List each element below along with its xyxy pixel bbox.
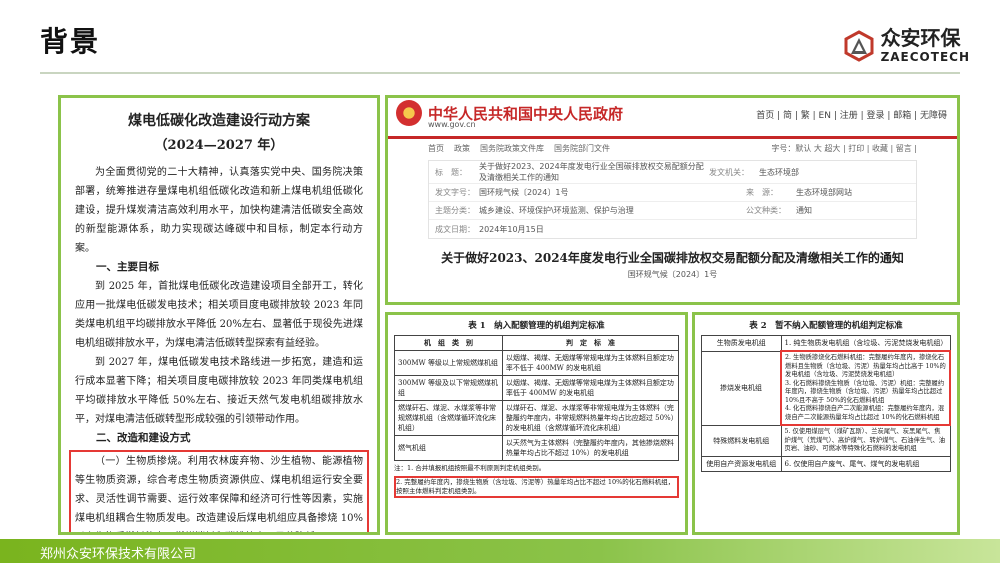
table-cell: 5. 仅使用煤层气（煤矿瓦斯）、兰炭尾气、炭黑尾气、焦炉煤气（荒煤气）、高炉煤气… bbox=[780, 424, 951, 457]
national-emblem-icon bbox=[396, 100, 422, 126]
breadcrumb-item[interactable]: 国务院部门文件 bbox=[554, 143, 610, 154]
breadcrumb-item[interactable]: 国务院政策文件库 bbox=[480, 143, 544, 154]
doc-heading-methods: 二、改造和建设方式 bbox=[96, 432, 191, 444]
table-cell: 燃气机组 bbox=[394, 435, 503, 461]
breadcrumb-item[interactable]: 首页 bbox=[428, 143, 444, 154]
table-row: 300MW 等级及以下常规燃煤机组 以烟煤、褐煤、无烟煤等常规电煤为主体燃料且额定… bbox=[394, 375, 680, 401]
gov-doc-headline: 关于做好2023、2024年度发电行业全国碳排放权交易配额分配及清缴相关工作的通… bbox=[441, 251, 904, 265]
table-cell: 以烟煤、褐煤、无烟煤等常规电煤为主体燃料且额定功率低于 400MW 的发电机组 bbox=[501, 375, 680, 401]
meta-date-label: 成文日期： bbox=[435, 224, 475, 234]
table-row: 掺烧发电机组 2. 生物质掺烧化石燃料机组：完整履约年度内，掺烧化石燃料且生物质（… bbox=[701, 350, 951, 426]
meta-topic-value: 城乡建设、环境保护\环境监测、保护与治理 bbox=[479, 206, 634, 215]
table-cell: 300MW 等级以上常规燃煤机组 bbox=[394, 350, 503, 376]
highlight-box-biomass: （一）生物质掺烧。利用农林废弃物、沙生植物、能源植物等生物质资源，综合考虑生物质… bbox=[69, 450, 369, 532]
table-row: 生物质发电机组 1. 纯生物质发电机组（含垃圾、污泥焚烧发电机组） bbox=[701, 335, 951, 352]
table-cell: 生物质发电机组 bbox=[701, 335, 782, 352]
font-size-controls[interactable]: 字号：默认 大 超大 | 打印 | 收藏 | 留言 | bbox=[771, 143, 917, 154]
doc-biomass-cofiring: （一）生物质掺烧。利用农林废弃物、沙生植物、能源植物等生物质资源，综合考虑生物质… bbox=[75, 456, 363, 524]
gov-site-url: www.gov.cn bbox=[428, 120, 476, 129]
doc-goal-2027: 到 2027 年，煤电低碳发电技术路线进一步拓宽，建造和运行成本显著下降；相关项… bbox=[75, 357, 363, 425]
doc-goal-2025: 到 2025 年，首批煤电低碳化改造建设项目全部开工，转化应用一批煤电低碳发电技… bbox=[75, 281, 363, 349]
table-cell: 以天然气为主体燃料（完整履约年度内，其他掺烧燃料热量年均占比不超过 10%）的发… bbox=[501, 435, 680, 461]
meta-num-value: 国环规气候〔2024〕1号 bbox=[479, 188, 569, 197]
meta-topic-label: 主题分类： bbox=[435, 206, 475, 215]
table1-note-1: 注：1. 合并填报机组按照最不利原则判定机组类别。 bbox=[394, 464, 546, 472]
table-row: 特殊燃料发电机组 5. 仅使用煤层气（煤矿瓦斯）、兰炭尾气、炭黑尾气、焦炉煤气（荒… bbox=[701, 424, 951, 457]
breadcrumb: 首页 政策 国务院政策文件库 国务院部门文件 字号：默认 大 超大 | 打印 |… bbox=[388, 139, 957, 158]
table2: 生物质发电机组 1. 纯生物质发电机组（含垃圾、污泥焚烧发电机组） 掺烧发电机组 2… bbox=[701, 335, 951, 472]
table-header: 判 定 标 准 bbox=[501, 335, 680, 351]
meta-date-value: 2024年10月15日 bbox=[479, 224, 544, 234]
table-cell: 以煤矸石、煤泥、水煤浆等非常规电煤为主体燃料（完整履约年度内，非常规燃料热量年均… bbox=[501, 400, 680, 436]
gov-top-links[interactable]: 首页 | 简 | 繁 | EN | 注册 | 登录 | 邮箱 | 无障碍 bbox=[756, 108, 947, 121]
table2-panel: 表 2 暂不纳入配额管理的机组判定标准 生物质发电机组 1. 纯生物质发电机组（含… bbox=[692, 312, 960, 535]
table-row: 燃煤矸石、煤泥、水煤浆等非常规燃煤机组（含燃煤循环流化床机组） 以煤矸石、煤泥、水… bbox=[394, 400, 680, 436]
table-cell: 以烟煤、褐煤、无烟煤等常规电煤为主体燃料且额定功率不低于 400MW 的发电机组 bbox=[501, 350, 680, 376]
meta-type-label: 公文种类： bbox=[746, 206, 786, 215]
table-row: 使用自产资源发电机组 6. 仅使用自产废气、尾气、煤气的发电机组 bbox=[701, 455, 951, 472]
gov-website-panel: 中华人民共和国中央人民政府 www.gov.cn 首页 | 简 | 繁 | EN… bbox=[385, 95, 960, 305]
table1: 机 组 类 别 判 定 标 准 300MW 等级以上常规燃煤机组 以烟煤、褐煤、无… bbox=[394, 335, 680, 461]
zaecotech-logo-icon bbox=[844, 29, 874, 62]
table-cell: 300MW 等级及以下常规燃煤机组 bbox=[394, 375, 503, 401]
meta-title-label: 标 题： bbox=[435, 167, 467, 177]
gov-doc-number: 国环规气候〔2024〕1号 bbox=[627, 270, 718, 279]
header-divider bbox=[40, 72, 960, 74]
meta-type-value: 通知 bbox=[796, 206, 812, 215]
company-logo: 众安环保 ZAECOTECH bbox=[843, 28, 970, 63]
table1-note-2-highlight: 2. 完整履约年度内，掺烧生物质（含垃圾、污泥等）热量年均占比不超过 10%的化… bbox=[394, 476, 679, 498]
table-cell: 6. 仅使用自产废气、尾气、煤气的发电机组 bbox=[780, 455, 951, 472]
table-row: 300MW 等级以上常规燃煤机组 以烟煤、褐煤、无烟煤等常规电煤为主体燃料且额定功… bbox=[394, 350, 680, 376]
table-cell: 特殊燃料发电机组 bbox=[701, 424, 782, 457]
table-cell: 掺烧发电机组 bbox=[701, 350, 782, 426]
table-cell-highlight: 2. 生物质掺烧化石燃料机组：完整履约年度内，掺烧化石燃料且生物质（含垃圾、污泥… bbox=[780, 350, 951, 426]
logo-cn-text: 众安环保 bbox=[880, 26, 961, 50]
doc-subtitle: （2024—2027 年） bbox=[154, 138, 284, 153]
meta-src-label: 来 源： bbox=[746, 188, 778, 197]
logo-en-text: ZAECOTECH bbox=[880, 50, 970, 64]
meta-num-label: 发文字号： bbox=[435, 188, 475, 197]
footer-company-name: 郑州众安环保技术有限公司 bbox=[40, 546, 197, 561]
table-header: 机 组 类 别 bbox=[394, 335, 503, 351]
doc-meta-table: 标 题： 关于做好2023、2024年度发电行业全国碳排放权交易配额分配及清缴相… bbox=[428, 160, 917, 239]
doc-heading-goals: 一、主要目标 bbox=[96, 261, 159, 273]
meta-title-value: 关于做好2023、2024年度发电行业全国碳排放权交易配额分配及清缴相关工作的通… bbox=[479, 162, 704, 182]
table-cell: 1. 纯生物质发电机组（含垃圾、污泥焚烧发电机组） bbox=[780, 335, 951, 352]
table-cell: 燃煤矸石、煤泥、水煤浆等非常规燃煤机组（含燃煤循环流化床机组） bbox=[394, 400, 503, 436]
table1-caption: 表 1 纳入配额管理的机组判定标准 bbox=[468, 321, 605, 331]
table-cell: 使用自产资源发电机组 bbox=[701, 455, 782, 472]
meta-src-value: 生态环境部网站 bbox=[796, 188, 852, 197]
doc-intro: 为全面贯彻党的二十大精神，认真落实党中央、国务院决策部署，统筹推进存量煤电机组低… bbox=[75, 167, 363, 254]
table2-caption: 表 2 暂不纳入配额管理的机组判定标准 bbox=[749, 321, 903, 331]
slide-title: 背景 bbox=[40, 25, 101, 58]
footer-bar: 郑州众安环保技术有限公司 bbox=[0, 539, 1000, 563]
meta-org-label: 发文机关： bbox=[709, 167, 749, 177]
doc-title: 煤电低碳化改造建设行动方案 bbox=[128, 113, 310, 129]
meta-org-value: 生态环境部 bbox=[759, 167, 799, 177]
table1-panel: 表 1 纳入配额管理的机组判定标准 机 组 类 别 判 定 标 准 300MW … bbox=[385, 312, 688, 535]
policy-document-panel: 煤电低碳化改造建设行动方案 （2024—2027 年） 为全面贯彻党的二十大精神… bbox=[58, 95, 380, 535]
breadcrumb-item[interactable]: 政策 bbox=[454, 143, 470, 154]
table-row: 燃气机组 以天然气为主体燃料（完整履约年度内，其他掺烧燃料热量年均占比不超过 10… bbox=[394, 435, 680, 461]
